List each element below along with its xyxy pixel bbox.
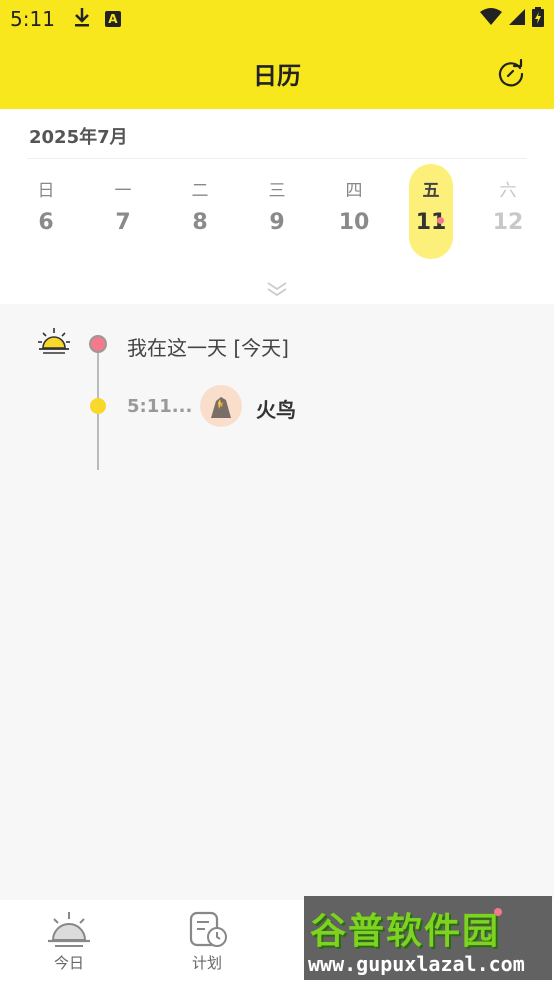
battery-icon	[532, 7, 544, 31]
watermark-overlay: 谷普软件园 www.gupuxlazal.com	[304, 896, 552, 980]
refresh-button[interactable]	[496, 58, 526, 88]
weekday-label: 四	[345, 181, 363, 201]
page-title: 日历	[253, 62, 301, 90]
tab-label: 今日	[53, 954, 84, 972]
day-cell-fri-selected[interactable]: 五 11	[409, 164, 453, 259]
day-number: 9	[269, 210, 285, 235]
day-cell-sat[interactable]: 六 12	[486, 164, 530, 259]
calendar-divider	[27, 158, 527, 159]
wifi-icon	[480, 8, 502, 30]
avatar[interactable]	[200, 385, 242, 427]
watermark-url: www.gupuxlazal.com	[308, 952, 525, 976]
status-bar: 5:11 A	[0, 0, 554, 38]
sunrise-icon	[48, 912, 90, 947]
week-row: 日 6 一 7 二 8 三 9 四 10 五 11 六 12	[0, 164, 554, 259]
day-cell-tue[interactable]: 二 8	[178, 164, 222, 259]
weekday-label: 日	[37, 181, 55, 201]
plan-clock-icon	[189, 911, 227, 947]
weekday-label: 二	[191, 181, 209, 201]
week-calendar: 2025年7月 日 6 一 7 二 8 三 9 四 10 五 11 六 12	[0, 109, 554, 304]
month-label[interactable]: 2025年7月	[29, 123, 128, 149]
day-number: 6	[38, 210, 54, 235]
refresh-icon	[498, 59, 524, 87]
day-number: 7	[115, 210, 131, 235]
day-number: 8	[192, 210, 208, 235]
weekday-label: 五	[422, 181, 440, 201]
day-cell-mon[interactable]: 一 7	[101, 164, 145, 259]
event-dot	[437, 217, 444, 224]
entry-name[interactable]: 火鸟	[256, 394, 296, 423]
timeline-day-dot	[89, 335, 107, 353]
download-icon	[73, 7, 91, 32]
day-number: 10	[338, 210, 370, 235]
watermark-title: 谷普软件园	[310, 911, 501, 952]
day-cell-thu[interactable]: 四 10	[332, 164, 376, 259]
weekday-label: 六	[499, 181, 517, 201]
day-cell-wed[interactable]: 三 9	[255, 164, 299, 259]
day-cell-sun[interactable]: 日 6	[24, 164, 68, 259]
app-bar: 日历	[0, 38, 554, 109]
notification-dot	[494, 908, 502, 916]
tab-today[interactable]: 今日	[29, 910, 109, 978]
sunrise-icon	[37, 326, 71, 360]
day-number: 12	[492, 210, 524, 235]
timeline-header: 我在这一天 [今天]	[127, 336, 289, 360]
timeline: 我在这一天 [今天] 5:11... 火鸟	[0, 304, 554, 900]
tab-label: 计划	[191, 954, 222, 972]
weekday-label: 一	[114, 181, 132, 201]
timeline-entry-dot	[90, 398, 106, 414]
a-badge-icon: A	[104, 11, 121, 27]
entry-time[interactable]: 5:11...	[127, 396, 192, 417]
rock-bird-icon	[211, 397, 231, 418]
double-chevron-down-icon	[267, 282, 287, 297]
expand-calendar-button[interactable]	[265, 279, 289, 299]
status-time: 5:11	[10, 7, 55, 31]
weekday-label: 三	[268, 181, 286, 201]
tab-plan[interactable]: 计划	[167, 910, 247, 978]
signal-icon	[508, 8, 526, 30]
